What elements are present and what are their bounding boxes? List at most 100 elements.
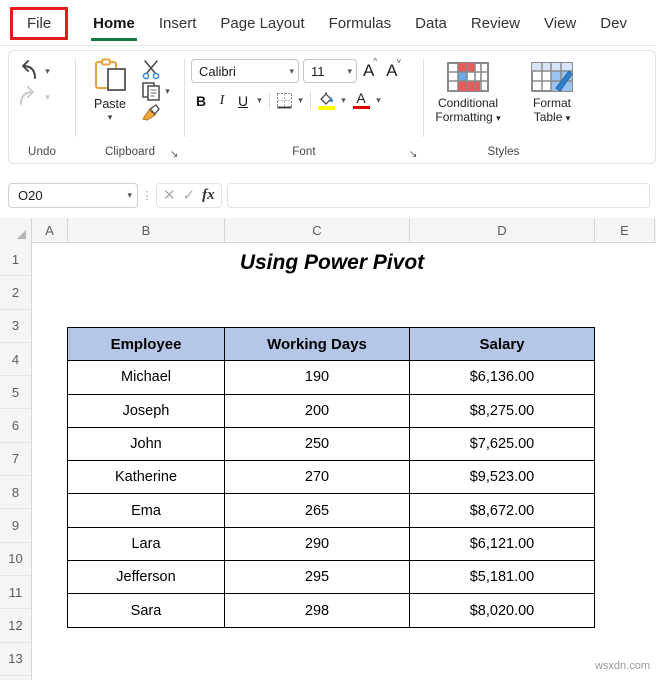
column-header-b[interactable]: B <box>68 218 225 243</box>
table-row[interactable]: Ema 265 $8,672.00 <box>67 493 595 528</box>
font-size-combobox[interactable]: 11 ▾ <box>303 59 357 83</box>
cell-working-days[interactable]: 298 <box>224 593 410 628</box>
table-row[interactable]: Jefferson 295 $5,181.00 <box>67 560 595 595</box>
underline-button[interactable]: U <box>233 90 253 111</box>
row-header-5[interactable]: 5 <box>0 376 31 410</box>
row-header-11[interactable]: 11 <box>0 576 31 610</box>
sheet-area[interactable]: Using Power Pivot Employee Working Days … <box>32 243 656 680</box>
row-header-9[interactable]: 9 <box>0 509 31 543</box>
decrease-font-size-button[interactable]: A˅ <box>384 57 404 81</box>
cell-employee[interactable]: John <box>67 426 225 462</box>
table-row[interactable]: John 250 $7,625.00 <box>67 426 595 462</box>
cell-employee[interactable]: Lara <box>67 526 225 562</box>
borders-button[interactable] <box>274 90 294 111</box>
cell-salary[interactable]: $9,523.00 <box>409 460 595 495</box>
font-size-chevron-down-icon[interactable]: ▾ <box>347 66 352 77</box>
insert-function-icon[interactable]: fx <box>202 187 215 204</box>
cell-salary[interactable]: $8,020.00 <box>409 593 595 628</box>
ribbon-tab-file[interactable]: File <box>10 6 69 40</box>
table-row[interactable]: Joseph 200 $8,275.00 <box>67 393 595 428</box>
cell-salary[interactable]: $6,136.00 <box>409 360 595 395</box>
cut-button[interactable] <box>140 59 173 80</box>
cell-working-days[interactable]: 290 <box>224 526 410 562</box>
cell-salary[interactable]: $5,181.00 <box>409 560 595 595</box>
cell-salary[interactable]: $6,121.00 <box>409 526 595 562</box>
ribbon-tab-data[interactable]: Data <box>404 10 458 37</box>
font-color-button[interactable]: A <box>350 90 372 111</box>
copy-button[interactable]: ▾ <box>140 81 173 102</box>
column-header-a[interactable]: A <box>32 218 68 243</box>
cell-working-days[interactable]: 270 <box>224 460 410 495</box>
font-name-combobox[interactable]: Calibri ▾ <box>191 59 299 83</box>
cell-salary[interactable]: $7,625.00 <box>409 426 595 462</box>
cell-employee[interactable]: Joseph <box>67 393 225 428</box>
paste-dropdown-chevron-icon[interactable]: ▾ <box>108 112 113 123</box>
row-header-12[interactable]: 12 <box>0 609 31 643</box>
row-header-6[interactable]: 6 <box>0 409 31 443</box>
row-header-13[interactable]: 13 <box>0 643 31 676</box>
cell-employee[interactable]: Michael <box>67 360 225 395</box>
ribbon-tab-page-layout[interactable]: Page Layout <box>209 10 315 37</box>
row-header-1[interactable]: 1 <box>0 243 31 277</box>
column-header-d[interactable]: D <box>410 218 595 243</box>
font-dialog-launcher[interactable]: ↘ <box>409 149 420 160</box>
row-header-10[interactable]: 10 <box>0 543 31 576</box>
ribbon-tab-view[interactable]: View <box>533 10 587 37</box>
formula-bar-kebab-icon[interactable]: ⋮ <box>138 189 156 202</box>
column-header-c[interactable]: C <box>225 218 410 243</box>
conditional-formatting-chevron-down-icon[interactable]: ▾ <box>496 113 501 123</box>
table-row[interactable]: Sara 298 $8,020.00 <box>67 593 595 628</box>
cell-employee[interactable]: Ema <box>67 493 225 528</box>
cell-working-days[interactable]: 250 <box>224 426 410 462</box>
redo-button[interactable]: ▾ <box>15 85 53 109</box>
fill-color-button[interactable] <box>315 90 337 111</box>
ribbon-tab-formulas[interactable]: Formulas <box>318 10 403 37</box>
undo-button[interactable]: ▾ <box>15 59 53 83</box>
ribbon-tab-review[interactable]: Review <box>460 10 531 37</box>
row-header-2[interactable]: 2 <box>0 276 31 310</box>
font-name-chevron-down-icon[interactable]: ▾ <box>289 66 294 77</box>
cell-working-days[interactable]: 200 <box>224 393 410 428</box>
name-box-chevron-down-icon[interactable]: ▾ <box>127 190 132 201</box>
paste-button[interactable]: Paste ▾ <box>82 57 138 123</box>
cell-employee[interactable]: Sara <box>67 593 225 628</box>
font-color-chevron-down-icon[interactable]: ▾ <box>373 95 384 106</box>
conditional-formatting-button[interactable]: Conditional Formatting ▾ <box>430 61 506 125</box>
underline-chevron-down-icon[interactable]: ▾ <box>254 95 265 106</box>
format-painter-button[interactable] <box>140 103 173 123</box>
cell-working-days[interactable]: 190 <box>224 360 410 395</box>
cell-working-days[interactable]: 265 <box>224 493 410 528</box>
increase-font-size-button[interactable]: A^ <box>361 57 380 81</box>
ribbon-tab-developer[interactable]: Dev <box>589 10 638 37</box>
select-all-corner[interactable] <box>0 218 32 243</box>
ribbon-tab-home[interactable]: Home <box>82 10 146 41</box>
bold-button[interactable]: B <box>191 90 211 111</box>
cell-working-days[interactable]: 295 <box>224 560 410 595</box>
undo-dropdown-chevron-icon[interactable]: ▾ <box>42 66 53 77</box>
cancel-x-icon[interactable]: ✕ <box>163 186 176 204</box>
row-header-3[interactable]: 3 <box>0 310 31 343</box>
enter-check-icon[interactable]: ✓ <box>183 186 196 204</box>
column-header-e[interactable]: E <box>595 218 655 243</box>
table-row[interactable]: Lara 290 $6,121.00 <box>67 526 595 562</box>
clipboard-dialog-launcher[interactable]: ↘ <box>170 149 181 160</box>
table-row[interactable]: Michael 190 $6,136.00 <box>67 360 595 395</box>
cell-salary[interactable]: $8,275.00 <box>409 393 595 428</box>
conditional-formatting-icon <box>447 62 489 92</box>
format-as-table-button[interactable]: Format Table ▾ <box>514 61 590 125</box>
formula-input[interactable] <box>226 182 650 208</box>
name-box[interactable]: O20 ▾ <box>8 182 138 208</box>
cell-employee[interactable]: Katherine <box>67 460 225 495</box>
italic-button[interactable]: I <box>212 90 232 111</box>
copy-dropdown-chevron-icon[interactable]: ▾ <box>162 86 173 97</box>
table-row[interactable]: Katherine 270 $9,523.00 <box>67 460 595 495</box>
row-header-8[interactable]: 8 <box>0 476 31 510</box>
cell-salary[interactable]: $8,672.00 <box>409 493 595 528</box>
ribbon-tab-insert[interactable]: Insert <box>148 10 208 37</box>
borders-chevron-down-icon[interactable]: ▾ <box>295 95 306 106</box>
row-header-7[interactable]: 7 <box>0 443 31 477</box>
cell-employee[interactable]: Jefferson <box>67 560 225 595</box>
format-as-table-chevron-down-icon[interactable]: ▾ <box>566 113 571 123</box>
fill-color-chevron-down-icon[interactable]: ▾ <box>338 95 349 106</box>
row-header-4[interactable]: 4 <box>0 343 31 377</box>
